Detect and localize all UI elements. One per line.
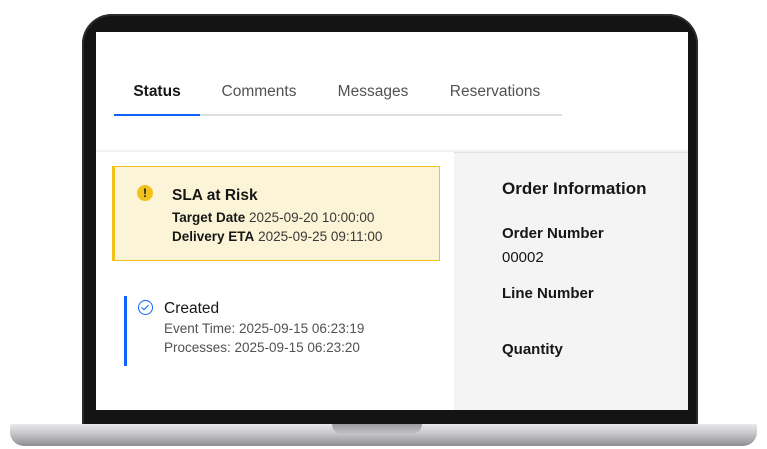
- sla-target-date: Target Date 2025-09-20 10:00:00: [172, 210, 374, 225]
- screen-bottom: [96, 366, 454, 410]
- sla-title: SLA at Risk: [172, 187, 258, 204]
- timeline-status: Created: [164, 300, 220, 317]
- warning-icon: !: [137, 185, 153, 201]
- order-number-label: Order Number: [502, 225, 604, 242]
- tab-status[interactable]: Status: [114, 72, 200, 116]
- tab-messages[interactable]: Messages: [318, 72, 428, 116]
- processes-time: Processes: 2025-09-15 06:23:20: [164, 340, 360, 355]
- check-circle-icon: [138, 300, 153, 315]
- laptop-notch: [332, 424, 422, 434]
- quantity-label: Quantity: [502, 341, 563, 358]
- event-time: Event Time: 2025-09-15 06:23:19: [164, 321, 365, 336]
- tab-bar: Status Comments Messages Reservations: [114, 72, 562, 116]
- app-screen: Status Comments Messages Reservations ! …: [96, 32, 688, 410]
- target-date-label: Target Date: [172, 210, 246, 225]
- order-information-heading: Order Information: [502, 179, 647, 198]
- tab-reservations[interactable]: Reservations: [428, 72, 562, 116]
- delivery-eta-label: Delivery ETA: [172, 229, 255, 244]
- delivery-eta-value: 2025-09-25 09:11:00: [258, 229, 383, 244]
- target-date-value: 2025-09-20 10:00:00: [249, 210, 375, 225]
- sla-delivery-eta: Delivery ETA 2025-09-25 09:11:00: [172, 229, 382, 244]
- tab-comments[interactable]: Comments: [200, 72, 318, 116]
- line-number-label: Line Number: [502, 285, 594, 302]
- order-information-panel: Order Information Order Number 00002 Lin…: [454, 152, 688, 410]
- order-number-value: 00002: [502, 249, 544, 266]
- timeline-bar: [124, 296, 127, 366]
- sla-warning-notification: ! SLA at Risk Target Date 2025-09-20 10:…: [112, 166, 440, 261]
